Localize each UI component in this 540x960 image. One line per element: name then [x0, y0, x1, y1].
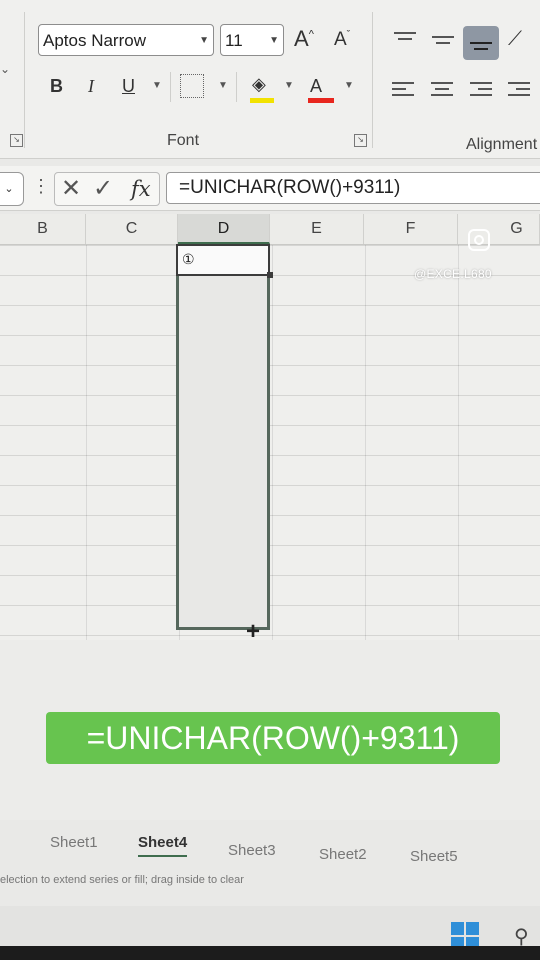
- ribbon-separator: [170, 72, 171, 102]
- bold-button[interactable]: B: [50, 76, 63, 97]
- chevron-down-icon[interactable]: ▼: [344, 80, 354, 91]
- ribbon: ⌄ Aptos Narrow ▼ 11 ▼ A^ Aˇ B I U ▼ ▼ ◈ …: [0, 0, 540, 159]
- font-group-label: Font: [167, 132, 200, 149]
- formula-banner: =UNICHAR(ROW()+9311): [46, 712, 500, 764]
- status-bar-text: election to extend series or fill; drag …: [0, 874, 244, 886]
- formula-input[interactable]: =UNICHAR(ROW()+9311): [166, 172, 540, 204]
- shrink-font-icon: A: [334, 29, 347, 50]
- insert-function-icon[interactable]: fx: [131, 177, 151, 201]
- chevron-down-icon[interactable]: ▼: [284, 80, 294, 91]
- sheet-tab-sheet3[interactable]: Sheet3: [228, 842, 276, 859]
- column-header-b[interactable]: B: [0, 214, 86, 244]
- name-box-dropdown[interactable]: ⌄: [0, 172, 24, 206]
- sheet-tabs: Sheet1 Sheet4 Sheet3 Sheet2 Sheet5: [0, 826, 540, 866]
- cancel-icon[interactable]: ✕: [61, 174, 81, 203]
- fill-color-swatch: [250, 98, 274, 103]
- column-header-d[interactable]: D: [178, 214, 270, 244]
- formula-bar: ⌄ ⋮ ✕ ✓ fx =UNICHAR(ROW()+9311): [0, 166, 540, 211]
- cell-grid[interactable]: [0, 245, 540, 640]
- column-header-e[interactable]: E: [270, 214, 364, 244]
- ribbon-separator: [372, 12, 373, 148]
- chevron-down-icon[interactable]: ▼: [152, 80, 162, 91]
- underline-button[interactable]: U: [122, 76, 135, 97]
- font-name-value: Aptos Narrow: [43, 31, 146, 50]
- align-right-icon[interactable]: [470, 82, 492, 100]
- sheet-tab-sheet2[interactable]: Sheet2: [319, 846, 367, 863]
- font-color-button[interactable]: A: [310, 76, 322, 97]
- taskbar: ⚲: [0, 906, 540, 960]
- indent-icon[interactable]: [508, 82, 530, 100]
- chevron-down-icon[interactable]: ▼: [269, 25, 279, 57]
- column-headers: B C D E F G: [0, 214, 540, 245]
- align-middle-icon[interactable]: [432, 36, 454, 48]
- borders-icon[interactable]: [180, 74, 204, 98]
- enter-check-icon[interactable]: ✓: [93, 174, 113, 203]
- watermark-handle: @EXCE.L680: [414, 267, 492, 281]
- font-color-swatch: [308, 98, 334, 103]
- chevron-down-icon[interactable]: ▼: [218, 80, 228, 91]
- column-header-f[interactable]: F: [364, 214, 458, 244]
- ribbon-separator: [24, 12, 25, 148]
- selection-range[interactable]: [176, 244, 270, 630]
- shrink-font-button[interactable]: Aˇ: [334, 29, 350, 51]
- sheet-tab-sheet4[interactable]: Sheet4: [138, 834, 188, 857]
- align-left-icon[interactable]: [392, 82, 414, 100]
- column-header-c[interactable]: C: [86, 214, 178, 244]
- orientation-icon[interactable]: ⟋: [508, 28, 522, 51]
- fill-handle[interactable]: [267, 272, 273, 278]
- grow-font-button[interactable]: A^: [294, 26, 314, 52]
- font-name-combobox[interactable]: Aptos Narrow ▼: [38, 24, 214, 56]
- align-center-icon[interactable]: [431, 82, 453, 100]
- instagram-icon: [468, 229, 490, 251]
- fill-color-icon[interactable]: ◈: [252, 74, 266, 95]
- ribbon-separator: [236, 72, 237, 102]
- font-size-combobox[interactable]: 11 ▼: [220, 24, 284, 56]
- font-dialog-launcher-icon[interactable]: ↘: [354, 134, 367, 147]
- sheet-tab-sheet1[interactable]: Sheet1: [50, 834, 98, 851]
- active-cell[interactable]: ①: [176, 244, 270, 276]
- grow-font-icon: A: [294, 26, 309, 51]
- chevron-down-icon[interactable]: ▼: [199, 25, 209, 57]
- sheet-tab-sheet5[interactable]: Sheet5: [410, 848, 458, 865]
- formula-buttons: ✕ ✓ fx: [54, 172, 160, 206]
- more-options-icon[interactable]: ⋮: [32, 176, 50, 197]
- chevron-down-icon[interactable]: ⌄: [0, 62, 10, 76]
- alignment-group-label: Alignment: [466, 136, 538, 153]
- screen-bezel: [0, 946, 540, 960]
- font-size-value: 11: [225, 31, 243, 50]
- dialog-launcher-icon[interactable]: ↘: [10, 134, 23, 147]
- italic-button[interactable]: I: [88, 76, 94, 97]
- align-bottom-icon: [470, 42, 492, 54]
- align-top-icon[interactable]: [394, 32, 416, 44]
